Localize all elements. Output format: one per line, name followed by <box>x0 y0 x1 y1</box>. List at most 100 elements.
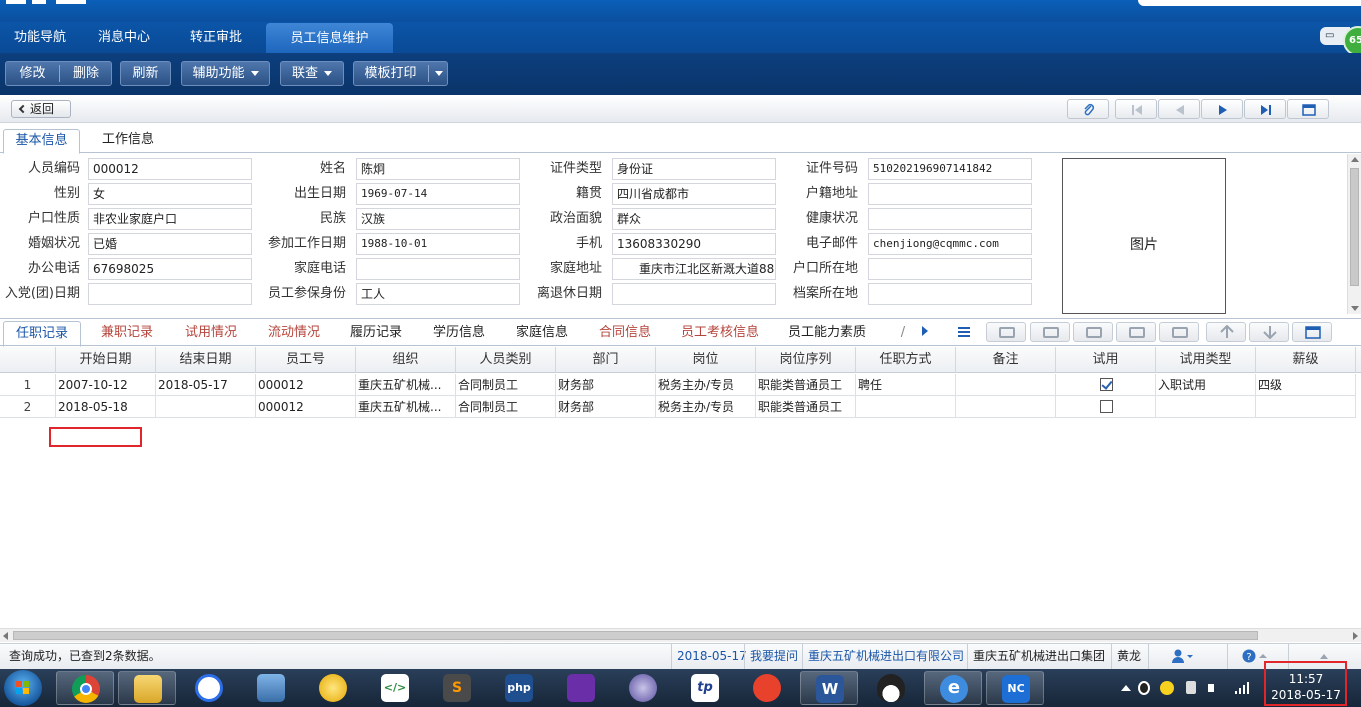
cell-organization[interactable]: 重庆五矿机械... <box>356 374 456 396</box>
cell-start-date[interactable]: 2007-10-12 <box>56 374 156 396</box>
column-header[interactable]: 岗位序列 <box>756 347 856 373</box>
household-address-field[interactable] <box>868 183 1032 205</box>
birth-date-field[interactable]: 1969-07-14 <box>356 183 520 205</box>
column-header[interactable]: 开始日期 <box>56 347 156 373</box>
help-button[interactable]: ? <box>1227 644 1287 669</box>
household-type-field[interactable]: 非农业家庭户口 <box>88 208 252 230</box>
cell-employee-no[interactable]: 000012 <box>256 374 356 396</box>
delete-button[interactable]: 删除 <box>60 62 112 85</box>
health-status-field[interactable] <box>868 208 1032 230</box>
tab-resume[interactable]: 履历记录 <box>337 319 415 346</box>
taskbar-app-baidu[interactable] <box>180 671 238 705</box>
start-button[interactable] <box>4 670 42 706</box>
tab-probation[interactable]: 试用情况 <box>172 319 250 346</box>
archive-location-field[interactable] <box>868 283 1032 305</box>
add-row-button[interactable] <box>986 322 1026 342</box>
tab-competency[interactable]: 员工能力素质 <box>780 319 874 346</box>
tray-qq-icon[interactable] <box>1138 681 1154 695</box>
trial-checkbox[interactable] <box>1100 400 1113 413</box>
gender-field[interactable]: 女 <box>88 183 252 205</box>
taskbar-app-word[interactable]: W <box>800 671 858 705</box>
tray-show-hidden-icon[interactable] <box>1118 681 1134 695</box>
column-header[interactable]: 岗位 <box>656 347 756 373</box>
taskbar-app-remote[interactable] <box>242 671 300 705</box>
cell-end-date[interactable]: 2018-05-17 <box>156 374 256 396</box>
tab-family[interactable]: 家庭信息 <box>503 319 581 346</box>
tab-assessment[interactable]: 员工考核信息 <box>670 319 770 346</box>
insurance-identity-field[interactable]: 工人 <box>356 283 520 305</box>
tab-message-center[interactable]: 消息中心 <box>84 22 164 53</box>
paste-row-button[interactable] <box>1159 322 1199 342</box>
tray-network-icon[interactable] <box>1234 681 1250 695</box>
status-company[interactable]: 重庆五矿机械进出口有限公司 <box>802 644 969 669</box>
cell-employee-no[interactable]: 000012 <box>256 396 356 418</box>
employee-code-field[interactable]: 000012 <box>88 158 252 180</box>
taskbar-app-php[interactable]: php <box>490 671 548 705</box>
template-print-dropdown[interactable] <box>429 62 448 85</box>
cell-trial[interactable] <box>1056 374 1156 396</box>
cell-department[interactable]: 财务部 <box>556 374 656 396</box>
tray-volume-icon[interactable] <box>1208 681 1224 695</box>
insert-row-button[interactable] <box>1030 322 1070 342</box>
cell-position[interactable]: 税务主办/专员 <box>656 396 756 418</box>
cell-appointment-type[interactable]: 聘任 <box>856 374 956 396</box>
home-address-field[interactable]: 重庆市江北区新溉大道88 <box>612 258 776 280</box>
cell-appointment-type[interactable] <box>856 396 956 418</box>
tab-employee-info-maintenance[interactable]: 员工信息维护 <box>266 23 393 53</box>
tab-basic-info[interactable]: 基本信息 <box>3 129 80 154</box>
column-header[interactable]: 组织 <box>356 347 456 373</box>
last-record-button[interactable] <box>1244 99 1286 119</box>
taskbar-app-sublime[interactable]: S <box>428 671 486 705</box>
id-type-field[interactable]: 身份证 <box>612 158 776 180</box>
ask-question-link[interactable]: 我要提问 <box>744 644 803 669</box>
cell-position-sequence[interactable]: 职能类普通员工 <box>756 374 856 396</box>
scroll-left-icon[interactable] <box>3 632 8 640</box>
taskbar-app-chrome[interactable] <box>56 671 114 705</box>
employee-photo[interactable]: 图片 <box>1062 158 1226 314</box>
column-header[interactable]: 员工号 <box>256 347 356 373</box>
scroll-down-icon[interactable] <box>1351 306 1359 311</box>
taskbar-clock[interactable]: 11:57 2018-05-17 <box>1266 671 1346 705</box>
notification-badge[interactable]: 65 <box>1343 26 1361 56</box>
tab-scroll-right-icon[interactable] <box>922 326 928 336</box>
column-header[interactable]: 试用 <box>1056 347 1156 373</box>
status-group[interactable]: 重庆五矿机械进出口集团 <box>967 644 1110 669</box>
taskbar-app-vs[interactable] <box>552 671 610 705</box>
column-header[interactable]: 结束日期 <box>156 347 256 373</box>
cell-organization[interactable]: 重庆五矿机械... <box>356 396 456 418</box>
edit-button[interactable]: 修改 <box>6 62 59 85</box>
party-join-date-field[interactable] <box>88 283 252 305</box>
taskbar-app-ie[interactable]: e <box>924 671 982 705</box>
form-vertical-scrollbar[interactable] <box>1347 154 1361 314</box>
tab-more[interactable]: / <box>896 319 910 346</box>
column-header[interactable]: 备注 <box>956 347 1056 373</box>
scroll-thumb[interactable] <box>1350 168 1359 286</box>
first-record-button[interactable] <box>1115 99 1157 119</box>
tab-regularization-approval[interactable]: 转正审批 <box>176 22 256 53</box>
column-header[interactable]: 任职方式 <box>856 347 956 373</box>
retirement-date-field[interactable] <box>612 283 776 305</box>
cell-end-date[interactable] <box>156 396 256 418</box>
taskbar-app-code[interactable]: </> <box>366 671 424 705</box>
tray-plus-icon[interactable] <box>1160 681 1176 695</box>
tray-device-icon[interactable] <box>1186 681 1202 695</box>
tab-function-nav[interactable]: 功能导航 <box>0 22 80 53</box>
attachment-button[interactable] <box>1067 99 1109 119</box>
cell-trial[interactable] <box>1056 396 1156 418</box>
previous-record-button[interactable] <box>1158 99 1200 119</box>
cell-remark[interactable] <box>956 396 1056 418</box>
user-menu-button[interactable] <box>1148 644 1226 669</box>
cell-salary-grade[interactable]: 四级 <box>1256 374 1356 396</box>
cell-staff-category[interactable]: 合同制员工 <box>456 374 556 396</box>
cell-remark[interactable] <box>956 374 1056 396</box>
column-header[interactable]: 人员类别 <box>456 347 556 373</box>
ethnicity-field[interactable]: 汉族 <box>356 208 520 230</box>
card-mode-button[interactable] <box>1292 322 1332 342</box>
political-status-field[interactable]: 群众 <box>612 208 776 230</box>
taskbar-app-qq[interactable] <box>862 671 920 705</box>
email-field[interactable]: chenjiong@cqmmc.com <box>868 233 1032 255</box>
cell-position[interactable]: 税务主办/专员 <box>656 374 756 396</box>
native-place-field[interactable]: 四川省成都市 <box>612 183 776 205</box>
tab-education[interactable]: 学历信息 <box>420 319 498 346</box>
delete-row-button[interactable] <box>1073 322 1113 342</box>
